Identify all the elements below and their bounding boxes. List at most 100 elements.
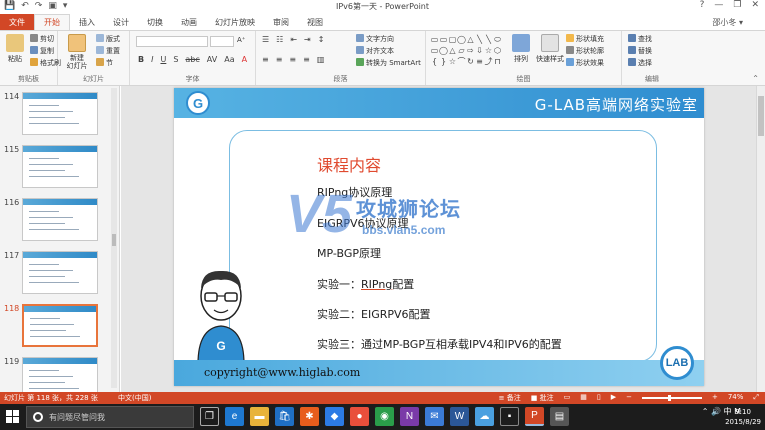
shape-option-icon[interactable]: ⊓ — [493, 56, 502, 67]
notes-button[interactable]: ≡ 备注 — [499, 393, 521, 403]
text-direction-button[interactable]: 文字方向 — [356, 34, 394, 44]
justify-icon[interactable]: ≡ — [303, 55, 310, 64]
shape-option-icon[interactable]: } — [439, 56, 448, 67]
course-item-2[interactable]: EIGRPV6协议原理 — [317, 215, 409, 231]
tab-home[interactable]: 开始 — [34, 14, 70, 30]
collapse-ribbon-icon[interactable]: ⌃ — [752, 74, 759, 83]
font-color-button[interactable]: A — [242, 55, 247, 64]
reading-view-icon[interactable]: ▯ — [597, 393, 601, 403]
shapes-gallery[interactable]: ▭ ▭ ▢ ◯ △ ╲ ╲ ⬭ ▭ ◯ △ ▱ ⇨ ⇩ ☆ ⬡{} ☆ ⌒ ↻ ≡ ⤴ ⊓ — [430, 34, 502, 70]
slide-thumbnail[interactable]: 115 — [0, 143, 119, 193]
app-icon-gray[interactable]: ▤ — [550, 407, 569, 426]
slide-sorter-icon[interactable]: ▦ — [580, 393, 587, 403]
zoom-out-icon[interactable]: − — [626, 393, 632, 403]
powerpoint-icon[interactable]: P — [525, 407, 544, 426]
slide-thumbnail[interactable]: 114 — [0, 90, 119, 140]
section-button[interactable]: 节 — [96, 58, 113, 68]
shape-option-icon[interactable]: { — [430, 56, 439, 67]
course-item-1[interactable]: RIPng协议原理 — [317, 184, 392, 200]
normal-view-icon[interactable]: ▭ — [564, 393, 571, 403]
shape-effects-button[interactable]: 形状效果 — [566, 58, 604, 68]
app-icon-blue[interactable]: ◆ — [325, 407, 344, 426]
new-slide-button[interactable]: 新建 幻灯片 — [62, 34, 92, 70]
paste-button[interactable]: 粘贴 — [2, 34, 28, 64]
shape-option-icon[interactable]: ◯ — [457, 34, 466, 45]
slide-thumbnail[interactable]: 118 — [0, 302, 119, 352]
tab-slideshow[interactable]: 幻灯片放映 — [206, 14, 264, 30]
task-view-icon[interactable]: ❐ — [200, 407, 219, 426]
shape-option-icon[interactable]: △ — [448, 45, 457, 56]
shape-option-icon[interactable]: ⤴ — [484, 56, 493, 67]
shape-option-icon[interactable]: ☆ — [484, 45, 493, 56]
course-item-6[interactable]: 实验三：通过MP-BGP互相承载IPV4和IPV6的配置 — [317, 336, 562, 352]
clock[interactable]: 9:10 2015/8/29 — [725, 407, 761, 427]
word-icon[interactable]: W — [450, 407, 469, 426]
user-account[interactable]: 邵小冬 ▾ — [712, 17, 743, 28]
shape-option-icon[interactable]: ▭ — [430, 34, 439, 45]
shape-option-icon[interactable]: ▭ — [439, 34, 448, 45]
slide-thumbnail[interactable]: 116 — [0, 196, 119, 246]
shape-option-icon[interactable]: ╲ — [484, 34, 493, 45]
tab-review[interactable]: 审阅 — [264, 14, 298, 30]
app-icon-orange[interactable]: ✱ — [300, 407, 319, 426]
replace-button[interactable]: 替换 — [628, 46, 652, 56]
shape-option-icon[interactable]: ╲ — [475, 34, 484, 45]
zoom-slider[interactable] — [641, 395, 702, 401]
shape-option-icon[interactable]: ☆ — [448, 56, 457, 67]
slideshow-icon[interactable]: ▶ — [611, 393, 616, 403]
fit-slide-icon[interactable]: ⤢ — [753, 393, 759, 403]
tab-animations[interactable]: 动画 — [172, 14, 206, 30]
canvas-scrollbar[interactable] — [756, 86, 765, 392]
start-button[interactable] — [6, 410, 20, 424]
shape-option-icon[interactable]: ⌒ — [457, 56, 466, 67]
shape-option-icon[interactable]: ⬡ — [493, 45, 502, 56]
edge-icon[interactable]: e — [225, 407, 244, 426]
zoom-slider-thumb[interactable] — [667, 395, 671, 401]
underline-button[interactable]: U — [160, 55, 166, 64]
shape-fill-button[interactable]: 形状填充 — [566, 34, 604, 44]
app-icon-red[interactable]: ● — [350, 407, 369, 426]
store-icon[interactable]: 🛍 — [275, 407, 294, 426]
find-button[interactable]: 查找 — [628, 34, 652, 44]
shadow-button[interactable]: S — [173, 55, 178, 64]
course-title[interactable]: 课程内容 — [317, 152, 381, 176]
help-button[interactable]: ? — [700, 0, 705, 10]
shape-option-icon[interactable]: ↻ — [466, 56, 475, 67]
zoom-in-icon[interactable]: + — [712, 393, 718, 403]
align-text-button[interactable]: 对齐文本 — [356, 46, 394, 56]
file-explorer-icon[interactable]: ▬ — [250, 407, 269, 426]
line-spacing-icon[interactable]: ↕ — [318, 35, 325, 44]
zoom-level[interactable]: 74% — [728, 393, 744, 403]
numbering-icon[interactable]: ☷ — [276, 35, 283, 44]
shape-option-icon[interactable]: ⬭ — [493, 34, 502, 45]
shape-option-icon[interactable]: ⇨ — [466, 45, 475, 56]
shape-option-icon[interactable]: △ — [466, 34, 475, 45]
char-spacing-button[interactable]: AV — [207, 55, 217, 64]
course-item-5[interactable]: 实验二：EIGRPV6配置 — [317, 306, 431, 322]
slide-thumbnail[interactable]: 119 — [0, 355, 119, 392]
smartart-button[interactable]: 转换为 SmartArt — [356, 58, 421, 68]
restore-button[interactable]: ❐ — [733, 0, 741, 10]
format-painter-button[interactable]: 格式刷 — [30, 58, 61, 68]
slide-thumbnail[interactable]: 117 — [0, 249, 119, 299]
font-name-combo[interactable] — [136, 36, 208, 47]
copy-button[interactable]: 复制 — [30, 46, 54, 56]
italic-button[interactable]: I — [151, 55, 153, 64]
bullets-icon[interactable]: ☰ — [262, 35, 269, 44]
strikethrough-button[interactable]: abc — [185, 55, 199, 64]
layout-button[interactable]: 版式 — [96, 34, 120, 44]
shape-option-icon[interactable]: ▭ — [430, 45, 439, 56]
change-case-button[interactable]: Aa — [224, 55, 234, 64]
tab-view[interactable]: 视图 — [298, 14, 332, 30]
align-left-icon[interactable]: ≡ — [262, 55, 269, 64]
select-button[interactable]: 选择 — [628, 58, 652, 68]
shape-option-icon[interactable]: ▱ — [457, 45, 466, 56]
app-icon-terminal[interactable]: ▪ — [500, 407, 519, 426]
font-size-combo[interactable] — [210, 36, 234, 47]
bold-button[interactable]: B — [138, 55, 144, 64]
align-right-icon[interactable]: ≡ — [289, 55, 296, 64]
course-item-4[interactable]: 实验一：RIPng配置 — [317, 276, 414, 292]
app-icon-mail[interactable]: ✉ — [425, 407, 444, 426]
shape-option-icon[interactable]: ◯ — [439, 45, 448, 56]
shape-option-icon[interactable]: ⇩ — [475, 45, 484, 56]
